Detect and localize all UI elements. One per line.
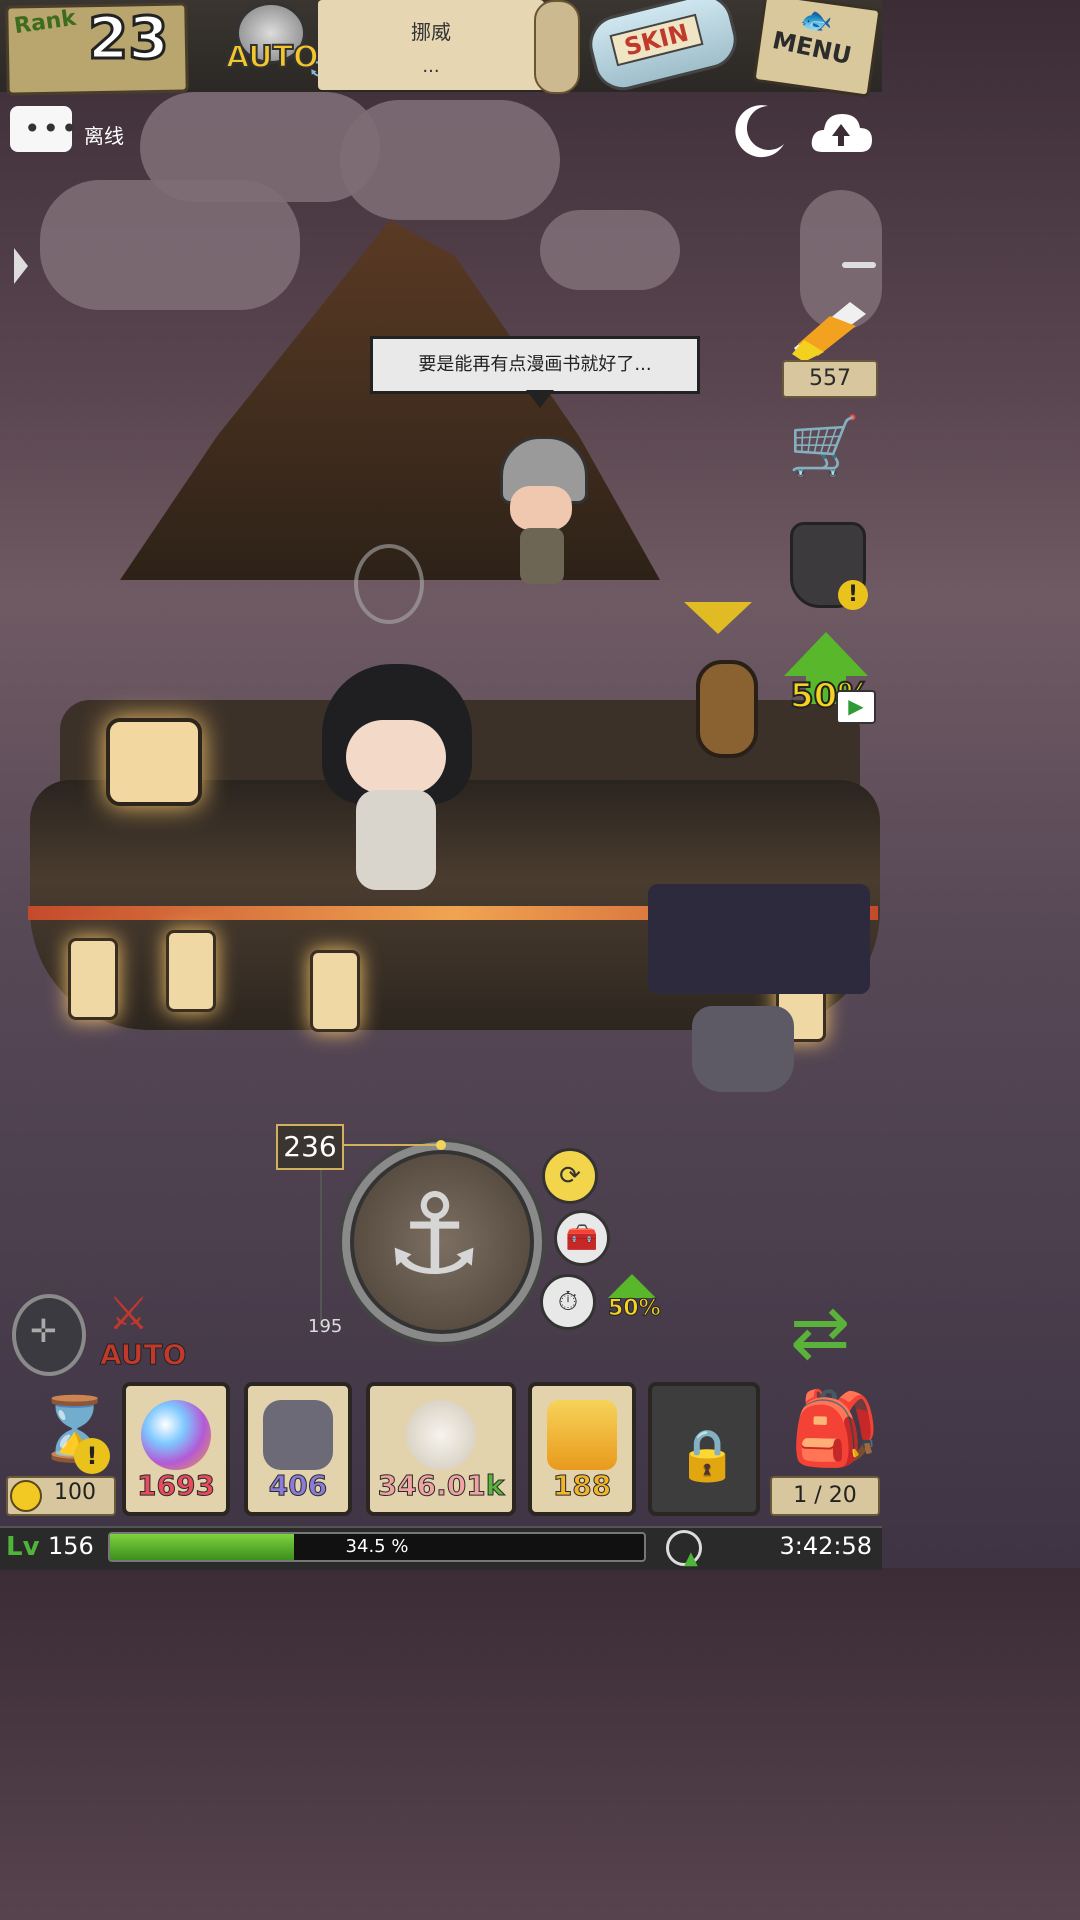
resource-value-number: 346.01 [377,1469,486,1503]
coin-value: 100 [54,1480,96,1505]
character-face [346,720,446,794]
depth-pointer-line [340,1144,442,1146]
resource-value: 346.01k [370,1469,512,1503]
expand-left-icon[interactable] [14,248,28,284]
auto-battle-label: AUTO [99,1338,187,1372]
scroll-roll-icon [534,0,580,94]
cloud [340,100,560,220]
boost-arrow-icon[interactable] [784,632,868,676]
crossed-swords-icon: ⚔ [108,1286,150,1340]
backpack-icon: 🎒 [790,1386,880,1470]
resource-value: 406 [268,1469,328,1503]
character-body [356,790,436,890]
rank-value: 23 [87,3,171,74]
online-status-label: 离线 [84,124,124,148]
candy-corn-icon[interactable] [790,300,868,364]
dark-crest-icon [263,1400,333,1470]
lock-icon: 🔒 [676,1426,739,1484]
collapse-dash-icon[interactable] [842,262,876,268]
ship-weight [692,1006,794,1092]
clock-boost-icon: ▲ [684,1548,698,1569]
resource-slot-orb[interactable]: 1693 [122,1382,230,1516]
shop-cart-icon[interactable]: 🛒 [788,412,860,481]
cloud [540,210,680,290]
npc-face [510,486,572,530]
stopwatch-icon [354,544,424,624]
down-marker-icon[interactable] [684,602,752,634]
chat-bubble-icon: ••• [24,112,80,145]
resource-slot-locked[interactable]: 🔒 [648,1382,760,1516]
depth-low-label: 195 [308,1316,343,1337]
alert-icon: ! [838,580,868,610]
treasure-chest-icon[interactable]: 🧰 [554,1210,610,1266]
trade-cycle-icon: ⇄ [790,1290,851,1374]
level-value: 156 [48,1532,94,1560]
lantern-icon [166,930,216,1012]
compass-icon: ✛ [30,1312,57,1350]
resource-value-suffix: k [485,1469,505,1503]
mini-boost-label: 50% [608,1296,662,1322]
spiral-shell-icon [406,1400,476,1470]
coin-icon [10,1480,42,1512]
ship-banner [648,884,870,994]
refresh-icon[interactable]: ⟳ [542,1148,598,1204]
moon-icon[interactable] [730,100,790,160]
candy-count: 557 [782,360,878,398]
speech-bubble-tail [526,390,554,408]
lantern-icon [68,938,118,1020]
ship-cannon [696,660,758,758]
location-title: 挪威 [411,20,451,44]
auto-sail-label: AUTO [225,39,320,76]
anchor-icon: ⚓ [384,1170,485,1300]
resource-value: 188 [552,1469,612,1503]
resource-slot-crest[interactable]: 406 [244,1382,352,1516]
speed-gauge-icon[interactable]: ⏱ [540,1274,596,1330]
depth-current: 236 [276,1124,344,1170]
lantern-icon [106,718,202,806]
rainbow-orb-icon [141,1400,211,1470]
resource-value: 1693 [137,1469,216,1503]
lantern-icon [310,950,360,1032]
xp-progress-text: 34.5 % [345,1536,409,1557]
inventory-count: 1 / 20 [770,1476,880,1516]
alert-icon: ! [74,1438,110,1474]
speech-text: 要是能再有点漫画书就好了... [418,354,652,375]
location-subtitle: ... [422,56,440,77]
resource-slot-shell[interactable]: 346.01k [366,1382,516,1516]
depth-pointer-dot [436,1140,446,1150]
cloud-upload-icon[interactable] [808,102,874,158]
mini-boost-arrow-icon[interactable] [608,1274,656,1298]
session-timer: 3:42:58 [779,1532,872,1560]
video-play-icon[interactable]: ▶ [836,690,876,724]
level-icon: Lv [6,1532,40,1562]
resource-slot-crystal[interactable]: 188 [528,1382,636,1516]
npc-body [520,528,564,584]
amber-crystal-icon [547,1400,617,1470]
